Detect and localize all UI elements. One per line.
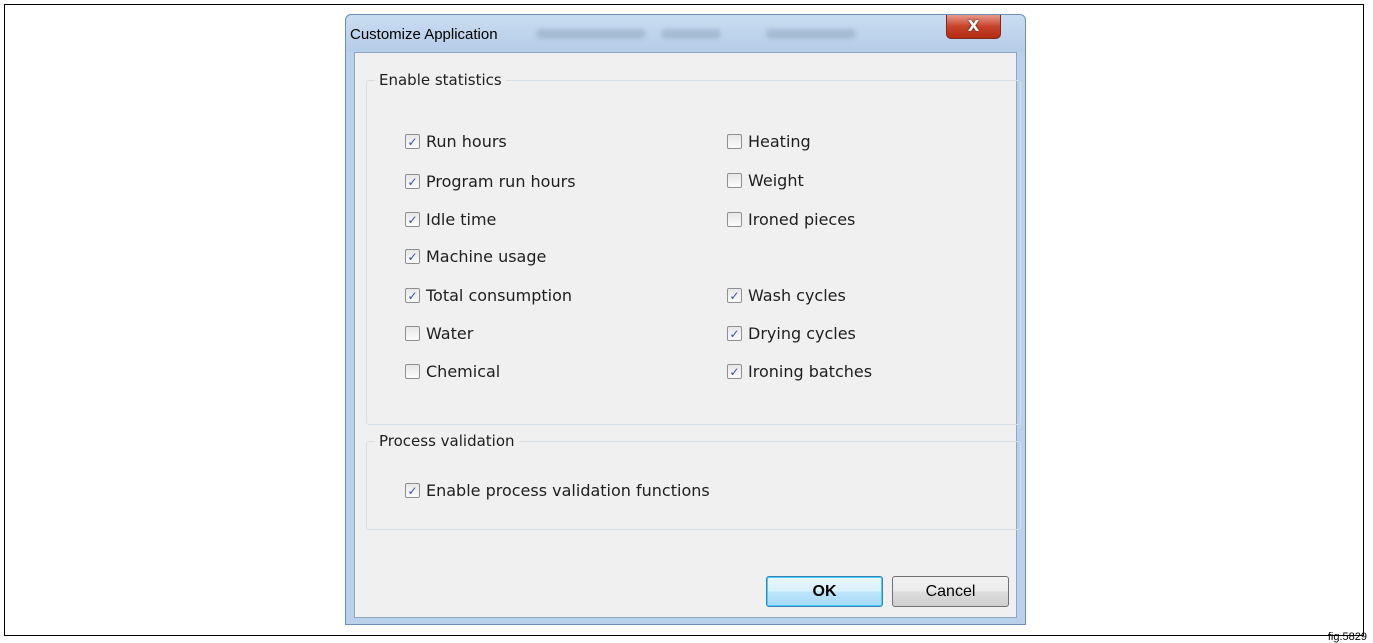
machine-usage-checkbox[interactable]: ✓ Machine usage — [405, 247, 546, 266]
checkmark-icon: ✓ — [729, 326, 740, 341]
ironing-batches-checkbox[interactable]: ✓ Ironing batches — [727, 362, 872, 381]
checkbox-box[interactable]: ✓ — [405, 134, 420, 149]
checkmark-icon: ✓ — [407, 212, 418, 227]
checkbox-box[interactable] — [727, 212, 742, 227]
checkbox-label: Weight — [748, 171, 804, 190]
checkbox-label: Heating — [748, 132, 811, 151]
checkmark-icon: ✓ — [729, 288, 740, 303]
blurred-background-text — [766, 29, 856, 39]
close-icon: X — [967, 17, 980, 35]
enable-statistics-group: Enable statistics ✓ Run hours ✓ Program … — [366, 71, 1021, 425]
total-consumption-checkbox[interactable]: ✓ Total consumption — [405, 286, 572, 305]
process-validation-group: Process validation ✓ Enable process vali… — [366, 432, 1021, 530]
checkbox-label: Wash cycles — [748, 286, 846, 305]
checkbox-box[interactable] — [727, 173, 742, 188]
chemical-checkbox[interactable]: Chemical — [405, 362, 500, 381]
checkbox-label: Ironing batches — [748, 362, 873, 381]
ironed-pieces-checkbox[interactable]: Ironed pieces — [727, 210, 855, 229]
ok-button-label: OK — [812, 582, 837, 600]
close-button[interactable]: X — [946, 15, 1001, 39]
checkbox-label: Machine usage — [426, 247, 547, 266]
checkbox-label: Total consumption — [426, 286, 573, 305]
checkmark-icon: ✓ — [729, 364, 740, 379]
process-validation-legend: Process validation — [379, 432, 515, 450]
figure-label: fig.5829 — [1327, 631, 1367, 643]
checkbox-box[interactable]: ✓ — [727, 326, 742, 341]
cancel-button[interactable]: Cancel — [892, 576, 1009, 607]
blurred-background-text — [536, 29, 646, 39]
program-run-hours-checkbox[interactable]: ✓ Program run hours — [405, 172, 576, 191]
checkbox-label: Water — [426, 324, 474, 343]
drying-cycles-checkbox[interactable]: ✓ Drying cycles — [727, 324, 856, 343]
checkbox-box[interactable]: ✓ — [405, 483, 420, 498]
cancel-button-label: Cancel — [925, 582, 976, 600]
enable-process-validation-checkbox[interactable]: ✓ Enable process validation functions — [405, 481, 710, 500]
title-bar[interactable]: Customize Application X — [346, 15, 1025, 52]
checkbox-box[interactable]: ✓ — [727, 364, 742, 379]
checkbox-label: Run hours — [426, 132, 507, 151]
checkbox-box[interactable]: ✓ — [405, 174, 420, 189]
checkbox-label: Ironed pieces — [748, 210, 856, 229]
dialog-body: Enable statistics ✓ Run hours ✓ Program … — [354, 52, 1021, 618]
figure-frame: Customize Application X Enable statistic… — [4, 4, 1364, 636]
blurred-background-text — [661, 29, 721, 39]
checkmark-icon: ✓ — [407, 483, 418, 498]
water-checkbox[interactable]: Water — [405, 324, 473, 343]
checkbox-box[interactable]: ✓ — [405, 212, 420, 227]
customize-application-dialog: Customize Application X Enable statistic… — [345, 14, 1026, 625]
checkbox-box[interactable]: ✓ — [405, 288, 420, 303]
checkbox-box[interactable] — [727, 134, 742, 149]
dialog-title: Customize Application — [350, 26, 498, 43]
run-hours-checkbox[interactable]: ✓ Run hours — [405, 132, 507, 151]
checkbox-label: Drying cycles — [748, 324, 856, 343]
checkbox-box[interactable]: ✓ — [405, 249, 420, 264]
checkbox-box[interactable] — [405, 326, 420, 341]
enable-statistics-legend: Enable statistics — [379, 71, 502, 89]
checkmark-icon: ✓ — [407, 134, 418, 149]
checkbox-label: Idle time — [426, 210, 497, 229]
checkmark-icon: ✓ — [407, 288, 418, 303]
checkbox-label: Enable process validation functions — [426, 481, 710, 500]
checkbox-label: Program run hours — [426, 172, 576, 191]
heating-checkbox[interactable]: Heating — [727, 132, 811, 151]
ok-button[interactable]: OK — [766, 576, 883, 607]
wash-cycles-checkbox[interactable]: ✓ Wash cycles — [727, 286, 846, 305]
checkbox-box[interactable]: ✓ — [727, 288, 742, 303]
checkmark-icon: ✓ — [407, 174, 418, 189]
checkbox-box[interactable] — [405, 364, 420, 379]
checkmark-icon: ✓ — [407, 249, 418, 264]
idle-time-checkbox[interactable]: ✓ Idle time — [405, 210, 496, 229]
checkbox-label: Chemical — [426, 362, 501, 381]
weight-checkbox[interactable]: Weight — [727, 171, 804, 190]
